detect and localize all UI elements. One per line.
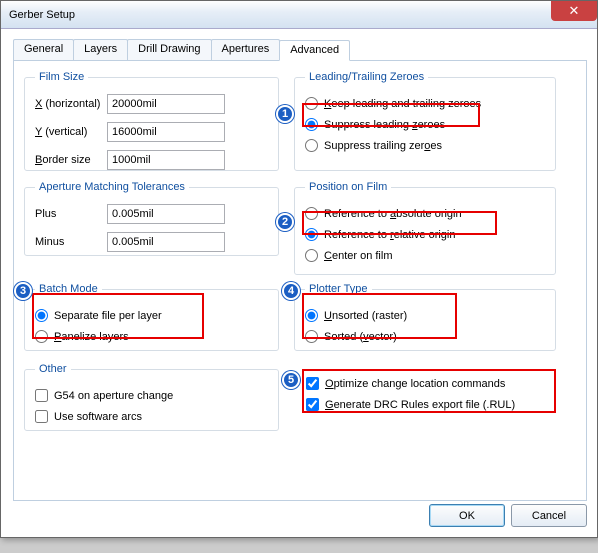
input-y-vertical[interactable]	[107, 122, 225, 142]
input-minus[interactable]	[107, 232, 225, 252]
legend-position: Position on Film	[305, 181, 391, 193]
check-generate-drc[interactable]: Generate DRC Rules export file (.RUL)	[306, 394, 556, 415]
check-optimize-change[interactable]: Optimize change location commands	[306, 373, 556, 394]
label-border-size: Border size	[35, 154, 107, 166]
input-x-horizontal[interactable]	[107, 94, 225, 114]
label-plus: Plus	[35, 208, 107, 220]
legend-batch: Batch Mode	[35, 283, 102, 295]
radio-unsorted[interactable]: Unsorted (raster)	[305, 305, 545, 326]
label-x-horizontal: X (horizontal)	[35, 98, 107, 110]
group-film-size: Film Size X (horizontal) Y (vertical) Bo…	[24, 71, 279, 171]
input-plus[interactable]	[107, 204, 225, 224]
tab-apertures[interactable]: Apertures	[211, 39, 281, 60]
label-minus: Minus	[35, 236, 107, 248]
annotation-badge-5: 5	[282, 371, 300, 389]
close-icon[interactable]: ✕	[551, 1, 597, 21]
radio-keep-zeroes[interactable]: Keep leading and trailing zeroes	[305, 93, 545, 114]
radio-panelize[interactable]: Panelize layers	[35, 326, 268, 347]
button-bar: OK Cancel	[429, 504, 587, 527]
radio-center-on-film[interactable]: Center on film	[305, 245, 545, 266]
group-zeroes: Leading/Trailing Zeroes Keep leading and…	[294, 71, 556, 171]
group-other: Other G54 on aperture change Use softwar…	[24, 363, 279, 431]
legend-film-size: Film Size	[35, 71, 88, 83]
check-software-arcs[interactable]: Use software arcs	[35, 406, 268, 427]
cancel-button[interactable]: Cancel	[511, 504, 587, 527]
group-aperture: Aperture Matching Tolerances Plus Minus	[24, 181, 279, 256]
check-g54[interactable]: G54 on aperture change	[35, 385, 268, 406]
radio-suppress-trailing[interactable]: Suppress trailing zeroes	[305, 135, 545, 156]
legend-other: Other	[35, 363, 71, 375]
tabstrip: General Layers Drill Drawing Apertures A…	[13, 39, 587, 61]
tab-content: Film Size X (horizontal) Y (vertical) Bo…	[13, 61, 587, 501]
radio-separate-file[interactable]: Separate file per layer	[35, 305, 268, 326]
group-extra-options: Optimize change location commands Genera…	[306, 373, 556, 415]
radio-relative-origin[interactable]: Reference to relative origin	[305, 224, 545, 245]
legend-plotter: Plotter Type	[305, 283, 372, 295]
legend-zeroes: Leading/Trailing Zeroes	[305, 71, 428, 83]
group-batch-mode: Batch Mode Separate file per layer Panel…	[24, 283, 279, 351]
tab-layers[interactable]: Layers	[73, 39, 128, 60]
radio-sorted[interactable]: Sorted (vector)	[305, 326, 545, 347]
radio-suppress-leading[interactable]: Suppress leading zeroes	[305, 114, 545, 135]
group-position: Position on Film Reference to absolute o…	[294, 181, 556, 275]
gerber-setup-window: Gerber Setup ✕ General Layers Drill Draw…	[0, 0, 598, 538]
legend-aperture: Aperture Matching Tolerances	[35, 181, 189, 193]
group-plotter: Plotter Type Unsorted (raster) Sorted (v…	[294, 283, 556, 351]
ok-button[interactable]: OK	[429, 504, 505, 527]
input-border-size[interactable]	[107, 150, 225, 170]
tab-general[interactable]: General	[13, 39, 74, 60]
titlebar[interactable]: Gerber Setup ✕	[1, 1, 597, 29]
radio-absolute-origin[interactable]: Reference to absolute origin	[305, 203, 545, 224]
label-y-vertical: Y (vertical)	[35, 126, 107, 138]
tab-advanced[interactable]: Advanced	[279, 40, 350, 61]
tab-drilldrawing[interactable]: Drill Drawing	[127, 39, 211, 60]
window-title: Gerber Setup	[9, 9, 75, 21]
